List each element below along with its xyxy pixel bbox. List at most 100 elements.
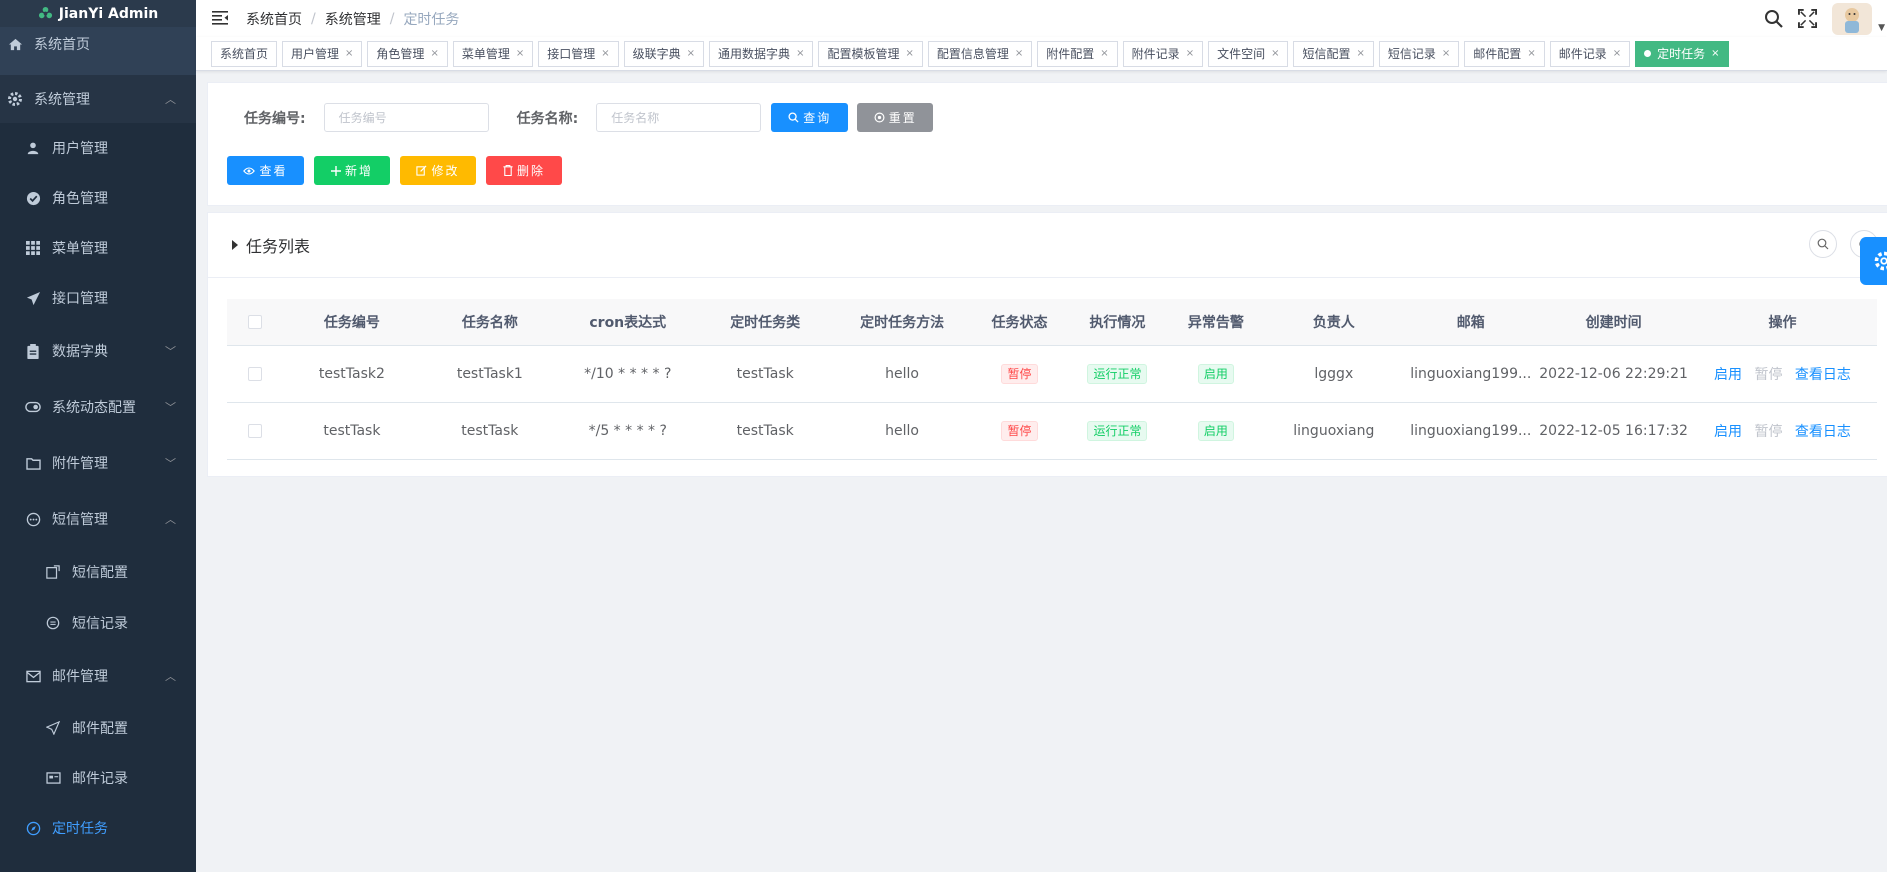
reset-button[interactable]: 重置 [857, 103, 934, 132]
sidebar-item-home[interactable]: 系统首页 [0, 27, 196, 61]
tag-label: 级联字典 [632, 46, 681, 61]
enable-link[interactable]: 启用 [1714, 424, 1742, 440]
column-header[interactable]: 任务编号 [282, 299, 421, 346]
close-icon[interactable]: × [1711, 42, 1719, 66]
sidebar-item-dict[interactable]: 数据字典 ﹀ [0, 323, 196, 379]
enable-link[interactable]: 启用 [1714, 367, 1742, 383]
avatar[interactable] [1832, 2, 1873, 35]
tag-cascade-dict[interactable]: 级联字典 × [623, 40, 705, 67]
tag-apis[interactable]: 接口管理 × [538, 40, 619, 67]
caret-down-icon[interactable]: ▼ [1878, 23, 1885, 33]
column-header[interactable]: 邮箱 [1402, 299, 1540, 346]
tag-config-template[interactable]: 配置模板管理 × [818, 40, 923, 67]
pause-link[interactable]: 暂停 [1754, 424, 1782, 440]
sidebar-item-dynamic-config[interactable]: 系统动态配置 ﹀ [0, 379, 196, 435]
sidebar-item-scheduled-tasks[interactable]: 定时任务 [0, 803, 196, 853]
close-icon[interactable]: × [1100, 42, 1108, 66]
tag-home[interactable]: 系统首页 [211, 40, 278, 67]
tag-label: 配置信息管理 [936, 46, 1009, 61]
table-row[interactable]: testTask testTask */5 * * * * ? testTask… [227, 402, 1877, 460]
tag-label: 邮件记录 [1558, 46, 1607, 61]
sidebar-item-attachments[interactable]: 附件管理 ﹀ [0, 435, 196, 491]
close-icon[interactable]: × [1357, 42, 1365, 66]
tag-menus[interactable]: 菜单管理 × [452, 40, 534, 67]
sidebar-item-mail[interactable]: 邮件管理 ︿ [0, 649, 196, 703]
close-icon[interactable]: × [687, 42, 695, 66]
table-row[interactable]: testTask2 testTask1 */10 * * * * ? testT… [227, 345, 1877, 403]
add-button[interactable]: 新增 [314, 156, 390, 185]
tag-sms-records[interactable]: 短信记录 × [1378, 40, 1460, 67]
check-circle-icon [24, 189, 42, 207]
column-header[interactable]: 负责人 [1265, 299, 1403, 346]
tag-mail-records[interactable]: 邮件记录 × [1549, 40, 1631, 67]
query-button[interactable]: 查询 [771, 103, 849, 132]
task-no-label: 任务编号: [244, 110, 306, 127]
column-header[interactable]: 定时任务类 [696, 299, 834, 346]
sidebar-item-system[interactable]: 系统管理 ︿ [0, 75, 196, 123]
column-header[interactable]: 任务状态 [970, 299, 1069, 346]
column-header[interactable]: 异常告警 [1166, 299, 1266, 346]
select-all-checkbox[interactable] [247, 314, 262, 329]
status-badge: 暂停 [1001, 420, 1038, 441]
search-icon[interactable] [1764, 9, 1784, 29]
sidebar-item-sms-records[interactable]: 短信记录 [0, 597, 196, 649]
close-icon[interactable]: × [905, 42, 913, 66]
close-icon[interactable]: × [516, 42, 524, 66]
sidebar-item-sms-config[interactable]: 短信配置 [0, 547, 196, 597]
task-name-label: 任务名称: [516, 110, 579, 127]
column-header[interactable]: 创建时间 [1539, 299, 1688, 346]
close-icon[interactable]: × [1442, 42, 1450, 66]
pause-link[interactable]: 暂停 [1754, 367, 1782, 383]
created-cell: 2022-12-05 16:17:32 [1539, 402, 1688, 460]
close-icon[interactable]: × [1186, 42, 1194, 66]
row-checkbox[interactable] [247, 423, 262, 438]
close-icon[interactable]: × [601, 42, 609, 66]
sidebar-item-mail-config[interactable]: 邮件配置 [0, 703, 196, 753]
close-icon[interactable]: × [345, 42, 353, 66]
breadcrumb-home[interactable]: 系统首页 [246, 9, 302, 29]
task-name-input[interactable]: 任务名称 [596, 103, 762, 132]
compass-icon [24, 819, 42, 837]
tag-attachment-config[interactable]: 附件配置 × [1037, 40, 1118, 67]
tag-attachment-records[interactable]: 附件记录 × [1122, 40, 1204, 67]
tag-roles[interactable]: 角色管理 × [367, 40, 448, 67]
tag-file-space[interactable]: 文件空间 × [1208, 40, 1289, 67]
close-icon[interactable]: × [430, 42, 438, 66]
tag-common-dict[interactable]: 通用数据字典 × [709, 40, 814, 67]
settings-drawer-button[interactable] [1860, 237, 1887, 285]
sidebar-item-apis[interactable]: 接口管理 [0, 273, 196, 323]
column-header[interactable]: 任务名称 [420, 299, 559, 346]
column-header[interactable]: 执行情况 [1068, 299, 1167, 346]
tag-mail-config[interactable]: 邮件配置 × [1464, 40, 1545, 67]
close-icon[interactable]: × [1015, 42, 1023, 66]
close-icon[interactable]: × [1527, 42, 1535, 66]
sidebar-item-sms[interactable]: 短信管理 ︿ [0, 491, 196, 547]
app-logo[interactable]: JianYi Admin [0, 0, 196, 27]
sidebar-item-roles[interactable]: 角色管理 [0, 173, 196, 223]
tag-sms-config[interactable]: 短信配置 × [1293, 40, 1374, 67]
sidebar-item-menus[interactable]: 菜单管理 [0, 223, 196, 273]
view-button[interactable]: 查看 [227, 156, 304, 185]
delete-button[interactable]: 删除 [486, 156, 562, 185]
tag-scheduled-tasks[interactable]: 定时任务 × [1635, 40, 1729, 67]
search-toggle-button[interactable] [1809, 230, 1837, 258]
column-header[interactable]: cron表达式 [558, 299, 697, 346]
view-log-link[interactable]: 查看日志 [1795, 367, 1851, 383]
table-card-header[interactable]: 任务列表 [208, 213, 1887, 278]
close-icon[interactable]: × [1271, 42, 1279, 66]
sidebar-item-users[interactable]: 用户管理 [0, 123, 196, 173]
breadcrumb-system[interactable]: 系统管理 [325, 9, 381, 29]
column-header[interactable]: 定时任务方法 [833, 299, 971, 346]
task-no-input[interactable]: 任务编号 [323, 103, 489, 132]
tag-config-info[interactable]: 配置信息管理 × [927, 40, 1033, 67]
close-icon[interactable]: × [796, 42, 804, 66]
view-log-link[interactable]: 查看日志 [1795, 424, 1851, 440]
fullscreen-icon[interactable] [1798, 8, 1818, 29]
tag-users[interactable]: 用户管理 × [282, 40, 363, 67]
sidebar-item-mail-records[interactable]: 邮件记录 [0, 753, 196, 803]
hamburger-icon[interactable] [212, 10, 228, 27]
edit-button[interactable]: 修改 [400, 156, 476, 185]
close-icon[interactable]: × [1613, 42, 1621, 66]
tag-label: 接口管理 [547, 46, 596, 61]
row-checkbox[interactable] [247, 366, 262, 381]
